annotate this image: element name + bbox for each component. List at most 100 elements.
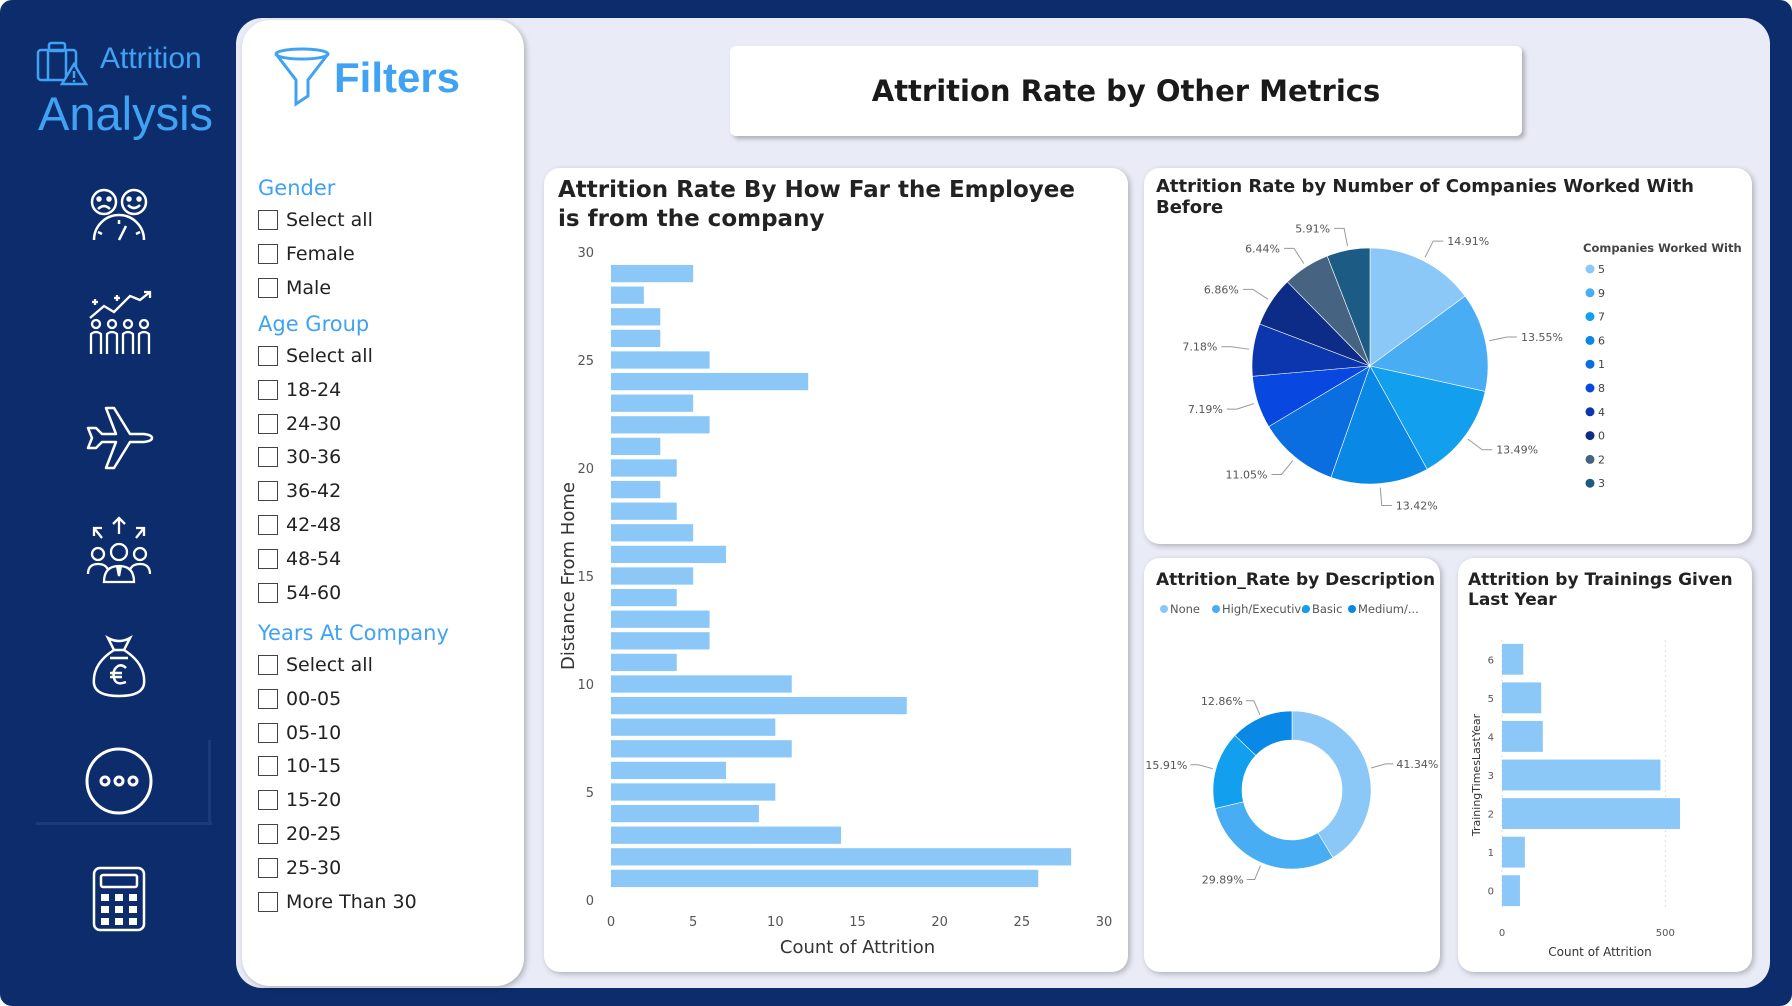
legend-marker: [1585, 431, 1595, 441]
y-tick-label: 5: [1488, 694, 1494, 705]
donut-slice: [1291, 710, 1372, 859]
filter-checkbox[interactable]: [258, 824, 278, 844]
filter-option-years_at_company[interactable]: 00-05: [258, 688, 341, 710]
companies-chart-card[interactable]: Attrition Rate by Number of Companies Wo…: [1144, 168, 1752, 544]
y-tick-label: 15: [577, 570, 594, 585]
briefcase-warning-icon: [36, 41, 88, 86]
filter-option-age_group[interactable]: 24-30: [258, 413, 341, 435]
slice-data-label: 6.86%: [1204, 283, 1239, 296]
bar: [611, 524, 694, 542]
y-tick-label: 5: [586, 786, 594, 801]
team-manager-icon[interactable]: [82, 512, 156, 586]
filter-option-years_at_company[interactable]: More Than 30: [258, 891, 417, 913]
bar: [1502, 836, 1525, 868]
leader-line: [1271, 460, 1294, 475]
filter-option-gender[interactable]: Male: [258, 277, 331, 299]
y-tick-label: 10: [577, 678, 594, 693]
filter-checkbox[interactable]: [258, 756, 278, 777]
y-tick-label: 20: [577, 462, 594, 477]
filter-checkbox[interactable]: [258, 655, 278, 675]
slice-data-label: 7.18%: [1182, 341, 1217, 354]
filter-group-title-gender: Gender: [258, 176, 336, 200]
bar: [611, 783, 776, 801]
bar: [611, 394, 694, 412]
filter-checkbox[interactable]: [258, 277, 278, 298]
x-tick-label: 20: [931, 915, 948, 930]
filter-option-years_at_company[interactable]: 25-30: [258, 857, 341, 879]
filter-checkbox[interactable]: [258, 582, 278, 603]
filter-option-years_at_company[interactable]: 10-15: [258, 755, 341, 777]
legend-label: 3: [1598, 477, 1605, 490]
filter-option-age_group[interactable]: 18-24: [258, 379, 341, 401]
airplane-icon[interactable]: [82, 398, 156, 472]
filter-option-label: 25-30: [286, 856, 342, 879]
x-tick-label: 30: [1096, 915, 1113, 930]
people-growth-icon[interactable]: [82, 286, 156, 360]
filters-header: Filters: [274, 46, 460, 110]
filter-option-gender[interactable]: Female: [258, 243, 355, 265]
filter-option-label: More Than 30: [286, 890, 417, 913]
x-axis-label: Count of Attrition: [780, 937, 935, 958]
filter-checkbox[interactable]: [258, 548, 278, 569]
filter-option-years_at_company[interactable]: 05-10: [258, 722, 341, 744]
leader-line: [1242, 288, 1269, 300]
slice-data-label: 7.19%: [1188, 403, 1223, 416]
funnel-icon: [274, 47, 330, 107]
filter-checkbox[interactable]: [258, 790, 278, 811]
legend-marker: [1585, 335, 1595, 345]
x-axis-label: Count of Attrition: [1548, 945, 1652, 959]
slice-data-label: 29.89%: [1202, 874, 1244, 887]
filter-checkbox[interactable]: [258, 447, 278, 468]
slice-data-label: 13.55%: [1521, 331, 1563, 344]
filter-checkbox[interactable]: [258, 481, 278, 502]
bar: [611, 416, 710, 434]
filter-checkbox[interactable]: [258, 243, 278, 264]
filter-option-age_group[interactable]: 30-36: [258, 446, 341, 468]
filter-checkbox[interactable]: [258, 210, 278, 230]
bar: [611, 696, 907, 715]
filter-option-years_at_company[interactable]: 15-20: [258, 789, 341, 811]
legend-marker: [1212, 605, 1220, 613]
filter-option-years_at_company[interactable]: 20-25: [258, 823, 341, 845]
legend-marker: [1585, 288, 1595, 298]
filter-option-label: 05-10: [286, 721, 342, 744]
filter-option-age_group[interactable]: Select all: [258, 345, 373, 367]
filter-checkbox[interactable]: [258, 379, 278, 400]
leader-line: [1489, 336, 1517, 342]
bar: [611, 286, 644, 304]
legend-label: 6: [1598, 334, 1605, 347]
calculator-icon[interactable]: [82, 862, 156, 936]
filter-option-gender[interactable]: Select all: [258, 209, 373, 231]
filter-option-age_group[interactable]: 48-54: [258, 548, 341, 570]
money-bag-euro-icon[interactable]: [82, 628, 156, 702]
filter-option-years_at_company[interactable]: Select all: [258, 654, 373, 676]
bar: [611, 459, 677, 477]
filter-checkbox[interactable]: [258, 891, 278, 912]
filter-option-age_group[interactable]: 54-60: [258, 582, 341, 604]
filter-option-label: 48-54: [286, 547, 342, 570]
trainings-chart-card[interactable]: Attrition by Trainings Given Last Year 0…: [1458, 558, 1752, 972]
x-tick-label: 25: [1014, 915, 1031, 930]
filter-checkbox[interactable]: [258, 722, 278, 743]
filter-checkbox[interactable]: [258, 515, 278, 535]
legend-label: None: [1170, 602, 1200, 616]
legend-marker: [1585, 264, 1595, 274]
filter-option-age_group[interactable]: 36-42: [258, 480, 341, 502]
more-options-icon[interactable]: [82, 744, 156, 818]
filter-option-age_group[interactable]: 42-48: [258, 514, 341, 536]
trainings-chart: 0 1 2 3 4 5 6 0 500 Count of Attrition TrainingTim…: [1470, 640, 1681, 959]
bar: [611, 351, 710, 369]
filter-checkbox[interactable]: [258, 413, 278, 434]
y-tick-label: 30: [577, 246, 594, 261]
legend-title: Companies Worked With: [1583, 241, 1742, 255]
companies-pie-chart: 14.91% 13.55% 13.49% 13.42% 11.05% 7.19% 7.18%…: [1182, 222, 1742, 512]
filter-checkbox[interactable]: [258, 346, 278, 366]
bar: [1502, 798, 1681, 829]
bar: [611, 740, 792, 758]
bar: [611, 632, 710, 650]
satisfaction-meter-icon[interactable]: [82, 178, 156, 252]
filter-checkbox[interactable]: [258, 688, 278, 709]
filter-checkbox[interactable]: [258, 857, 278, 878]
description-chart-card[interactable]: Attrition_Rate by Description None High/E…: [1144, 558, 1440, 972]
distance-chart-card[interactable]: Attrition Rate By How Far the Employee i…: [544, 168, 1128, 972]
